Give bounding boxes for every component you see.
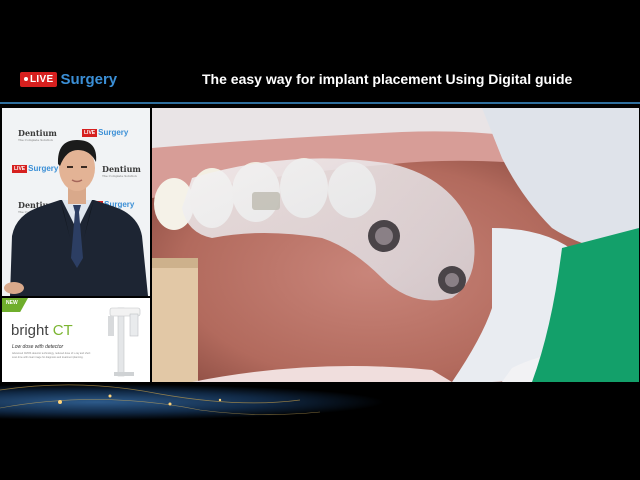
broadcast-title: The easy way for implant placement Using… (202, 71, 573, 87)
presenter-figure (4, 140, 148, 296)
header-divider (0, 102, 640, 104)
bottom-graphic-strip (0, 382, 640, 422)
surgery-video-feed (152, 108, 639, 382)
brand-suffix: CT (52, 322, 73, 339)
new-flag: NEW (2, 298, 28, 312)
sponsor-ad-panel: NEW bright CT Low dose with detector Adv… (2, 298, 150, 382)
ad-brand: bright CT (11, 322, 73, 339)
logo-word: Surgery (60, 71, 118, 88)
ad-tagline: Low dose with detector (12, 344, 64, 350)
live-badge-text: LIVE (30, 74, 54, 85)
intraoral-surgery-scene (152, 108, 639, 382)
live-surgery-logo: LIVE Surgery (20, 71, 117, 88)
earth-network-graphic (0, 382, 640, 422)
live-badge: LIVE (20, 72, 58, 87)
ad-description: Advanced CMOS detector technology, reduc… (12, 352, 91, 359)
brand-prefix: bright (11, 322, 49, 339)
ct-scanner-image (108, 307, 141, 377)
presenter-panel: Dentium The Complete Solution LIVE Surgery… (2, 108, 150, 296)
